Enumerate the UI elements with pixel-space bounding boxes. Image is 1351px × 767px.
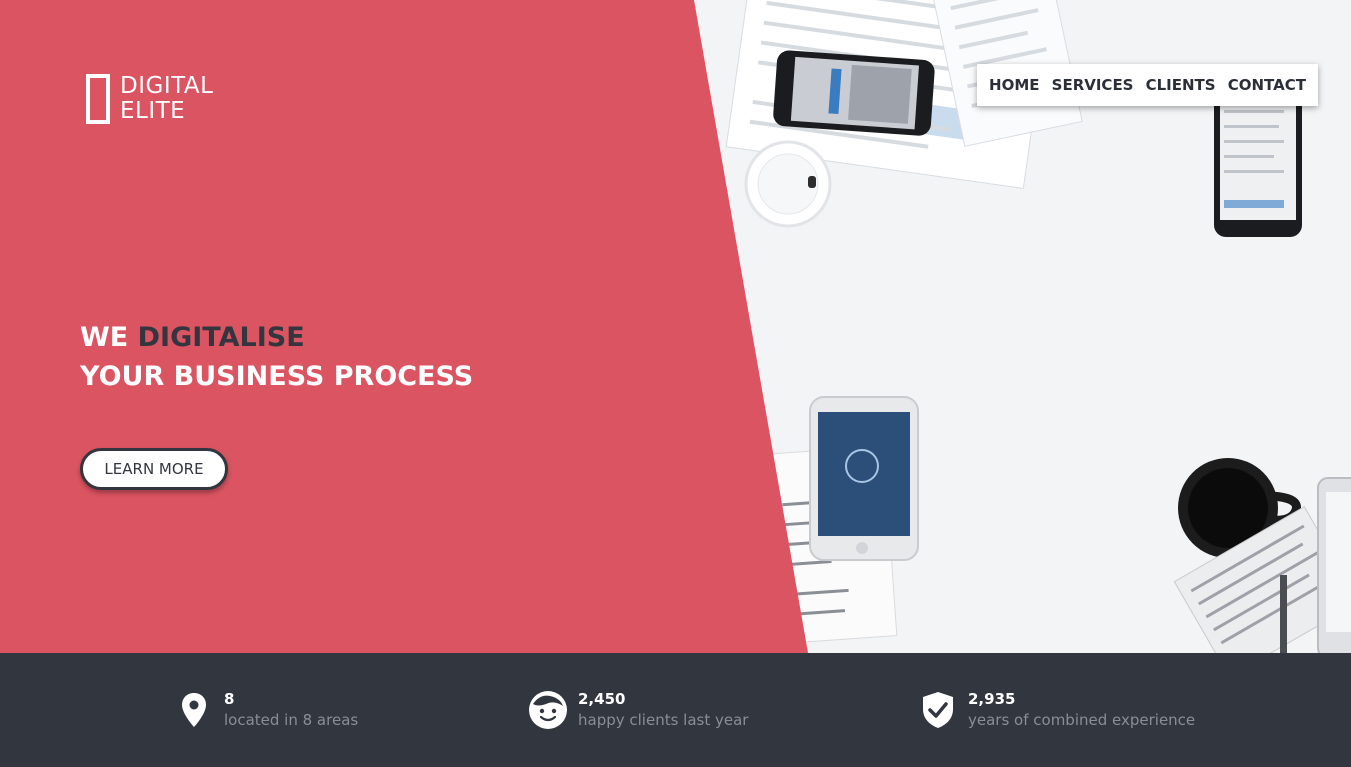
logo-line-1: DIGITAL xyxy=(120,73,214,99)
stat-clients: 2,450 happy clients last year xyxy=(528,653,748,767)
hero-section: DIGITAL ELITE HOME SERVICES CLIENTS CONT… xyxy=(0,0,1351,653)
shield-check-icon xyxy=(918,690,958,730)
headline-line-1: WE DIGITALISE xyxy=(80,318,473,357)
map-pin-icon xyxy=(174,690,214,730)
stat-label: happy clients last year xyxy=(578,711,749,729)
stat-experience: 2,935 years of combined experience xyxy=(918,653,1195,767)
logo-text: DIGITAL ELITE xyxy=(120,74,213,124)
logo-mark-icon xyxy=(86,74,110,124)
headline-we: WE xyxy=(80,322,129,353)
stat-label: years of combined experience xyxy=(968,711,1196,729)
main-nav: HOME SERVICES CLIENTS CONTACT xyxy=(977,64,1318,106)
stat-number: 8 xyxy=(224,690,235,708)
stat-locations: 8 located in 8 areas xyxy=(174,653,358,767)
nav-contact[interactable]: CONTACT xyxy=(1228,76,1306,94)
learn-more-button[interactable]: LEARN MORE xyxy=(80,448,228,490)
stat-number: 2,450 xyxy=(578,690,626,708)
hero-headline: WE DIGITALISE YOUR BUSINESS PROCESS xyxy=(80,318,473,396)
logo-line-2: ELITE xyxy=(120,98,186,124)
stat-label: located in 8 areas xyxy=(224,711,359,729)
smiley-face-icon xyxy=(528,690,568,730)
brand-logo[interactable]: DIGITAL ELITE xyxy=(86,74,213,124)
stats-bar: 8 located in 8 areas 2,450 happy clients… xyxy=(0,653,1351,767)
headline-accent: DIGITALISE xyxy=(137,322,305,353)
nav-home[interactable]: HOME xyxy=(989,76,1039,94)
nav-clients[interactable]: CLIENTS xyxy=(1146,76,1216,94)
headline-line-2: YOUR BUSINESS PROCESS xyxy=(80,361,474,392)
nav-services[interactable]: SERVICES xyxy=(1052,76,1134,94)
stat-number: 2,935 xyxy=(968,690,1016,708)
